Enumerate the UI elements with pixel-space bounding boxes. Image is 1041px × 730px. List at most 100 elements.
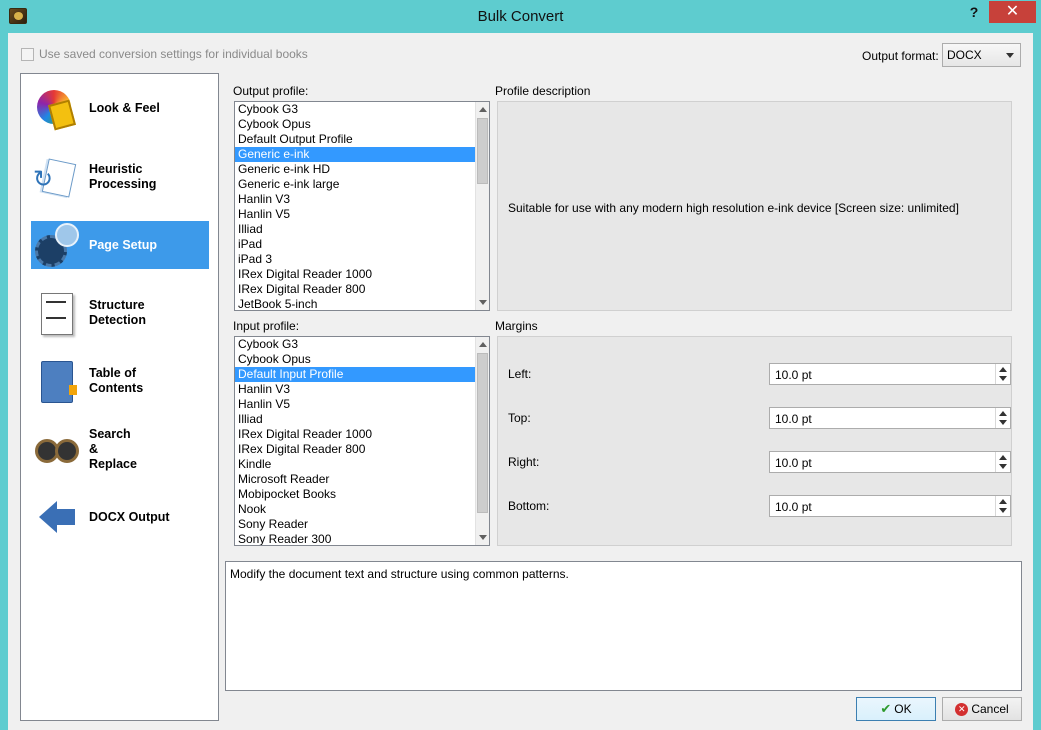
list-item[interactable]: Hanlin V3 <box>235 382 489 397</box>
list-item[interactable]: Sony Reader <box>235 517 489 532</box>
list-item[interactable]: IRex Digital Reader 800 <box>235 442 489 457</box>
margin-left-stepper[interactable] <box>995 364 1010 384</box>
scroll-down-icon[interactable] <box>479 535 487 540</box>
list-item[interactable]: IRex Digital Reader 1000 <box>235 267 489 282</box>
list-item[interactable]: IRex Digital Reader 800 <box>235 282 489 297</box>
heuristic-processing-icon <box>31 153 81 201</box>
list-item[interactable]: Kindle <box>235 457 489 472</box>
saved-settings-option[interactable]: Use saved conversion settings for indivi… <box>21 47 308 61</box>
margin-bottom-value: 10.0 pt <box>775 500 812 514</box>
ok-button[interactable]: ✔ OK <box>856 697 936 721</box>
margin-right-spinbox[interactable]: 10.0 pt <box>769 451 1011 473</box>
help-text: Modify the document text and structure u… <box>230 567 569 581</box>
nav-label: Table of Contents <box>89 366 144 395</box>
margins-label: Margins <box>495 319 538 333</box>
list-item[interactable]: Generic e-ink <box>235 147 489 162</box>
window-title: Bulk Convert <box>477 8 564 25</box>
cancel-icon: ✕ <box>955 702 969 716</box>
step-up-icon[interactable] <box>999 455 1007 460</box>
page-setup-icon <box>31 221 81 269</box>
margin-bottom-stepper[interactable] <box>995 496 1010 516</box>
list-item[interactable]: Hanlin V5 <box>235 207 489 222</box>
step-up-icon[interactable] <box>999 499 1007 504</box>
list-item[interactable]: Generic e-ink large <box>235 177 489 192</box>
list-item[interactable]: iPad 3 <box>235 252 489 267</box>
margin-right-stepper[interactable] <box>995 452 1010 472</box>
step-down-icon[interactable] <box>999 420 1007 425</box>
nav-item-structure-detection[interactable]: Structure Detection <box>31 289 209 337</box>
margin-top-value: 10.0 pt <box>775 412 812 426</box>
step-up-icon[interactable] <box>999 367 1007 372</box>
saved-settings-checkbox[interactable] <box>21 47 34 61</box>
margin-bottom-label: Bottom: <box>508 499 550 513</box>
margin-top-label: Top: <box>508 411 531 425</box>
scroll-up-icon[interactable] <box>479 107 487 112</box>
list-item[interactable]: Sony Reader 300 <box>235 532 489 545</box>
nav-item-docx-output[interactable]: DOCX Output <box>31 493 209 541</box>
list-item[interactable]: Hanlin V3 <box>235 192 489 207</box>
list-item[interactable]: Default Output Profile <box>235 132 489 147</box>
list-item[interactable]: Hanlin V5 <box>235 397 489 412</box>
margin-top-spinbox[interactable]: 10.0 pt <box>769 407 1011 429</box>
nav-item-heuristic-processing[interactable]: Heuristic Processing <box>31 153 209 201</box>
margins-panel: Left: 10.0 pt Top: 10.0 pt Right: 10.0 p… <box>497 336 1012 546</box>
nav-label: Structure Detection <box>89 298 146 327</box>
scroll-thumb[interactable] <box>477 118 488 184</box>
scroll-up-icon[interactable] <box>479 342 487 347</box>
nav-item-table-of-contents[interactable]: Table of Contents <box>31 357 209 405</box>
structure-detection-icon <box>31 289 81 337</box>
close-button[interactable] <box>989 1 1036 23</box>
list-item[interactable]: Mobipocket Books <box>235 487 489 502</box>
step-down-icon[interactable] <box>999 508 1007 513</box>
profile-description-panel: Suitable for use with any modern high re… <box>497 101 1012 311</box>
list-item[interactable]: Generic e-ink HD <box>235 162 489 177</box>
profile-description-label: Profile description <box>495 84 591 98</box>
list-item[interactable]: JetBook 5-inch <box>235 297 489 310</box>
step-down-icon[interactable] <box>999 464 1007 469</box>
list-item[interactable]: iPad <box>235 237 489 252</box>
nav-item-search-replace[interactable]: Search & Replace <box>31 425 209 473</box>
help-button[interactable]: ? <box>964 4 984 24</box>
cancel-button[interactable]: ✕ Cancel <box>942 697 1022 721</box>
list-item[interactable]: Cybook Opus <box>235 117 489 132</box>
margin-top-stepper[interactable] <box>995 408 1010 428</box>
list-item[interactable]: Cybook Opus <box>235 352 489 367</box>
nav-label: Look & Feel <box>89 100 160 115</box>
list-item[interactable]: IRex Digital Reader 1000 <box>235 427 489 442</box>
nav-label: DOCX Output <box>89 509 170 524</box>
margin-bottom-spinbox[interactable]: 10.0 pt <box>769 495 1011 517</box>
help-text-box: Modify the document text and structure u… <box>225 561 1022 691</box>
output-profile-list[interactable]: Cybook G3 Cybook Opus Default Output Profi… <box>234 101 490 311</box>
output-format-select[interactable]: DOCX <box>942 43 1021 67</box>
nav-item-look-and-feel[interactable]: Look & Feel <box>31 84 209 132</box>
step-up-icon[interactable] <box>999 411 1007 416</box>
scroll-thumb[interactable] <box>477 353 488 513</box>
chevron-down-icon <box>1006 53 1014 58</box>
margin-top-row: Top: 10.0 pt <box>508 407 1011 429</box>
output-profile-items: Cybook G3 Cybook Opus Default Output Profi… <box>235 102 489 310</box>
nav-item-page-setup[interactable]: Page Setup <box>31 221 209 269</box>
scroll-down-icon[interactable] <box>479 300 487 305</box>
list-item[interactable]: Microsoft Reader <box>235 472 489 487</box>
step-down-icon[interactable] <box>999 376 1007 381</box>
list-item[interactable]: Nook <box>235 502 489 517</box>
list-item[interactable]: Default Input Profile <box>235 367 489 382</box>
output-profile-label-text: Output profile: <box>233 84 309 98</box>
output-profile-label: Output profile: <box>233 84 308 98</box>
cancel-button-label: Cancel <box>971 702 1009 716</box>
list-item[interactable]: Illiad <box>235 222 489 237</box>
margin-right-value: 10.0 pt <box>775 456 812 470</box>
margin-bottom-row: Bottom: 10.0 pt <box>508 495 1011 517</box>
input-profile-list[interactable]: Cybook G3 Cybook Opus Default Input Profil… <box>234 336 490 546</box>
input-profile-label-text: Input profile: <box>233 319 300 333</box>
list-item[interactable]: Cybook G3 <box>235 102 489 117</box>
nav-label: Page Setup <box>89 237 158 252</box>
output-profile-scrollbar[interactable] <box>475 102 489 310</box>
list-item[interactable]: Illiad <box>235 412 489 427</box>
nav-label: Search & Replace <box>89 426 137 471</box>
margin-right-label: Right: <box>508 455 540 469</box>
input-profile-items: Cybook G3 Cybook Opus Default Input Profil… <box>235 337 489 545</box>
margin-left-spinbox[interactable]: 10.0 pt <box>769 363 1011 385</box>
list-item[interactable]: Cybook G3 <box>235 337 489 352</box>
input-profile-scrollbar[interactable] <box>475 337 489 545</box>
